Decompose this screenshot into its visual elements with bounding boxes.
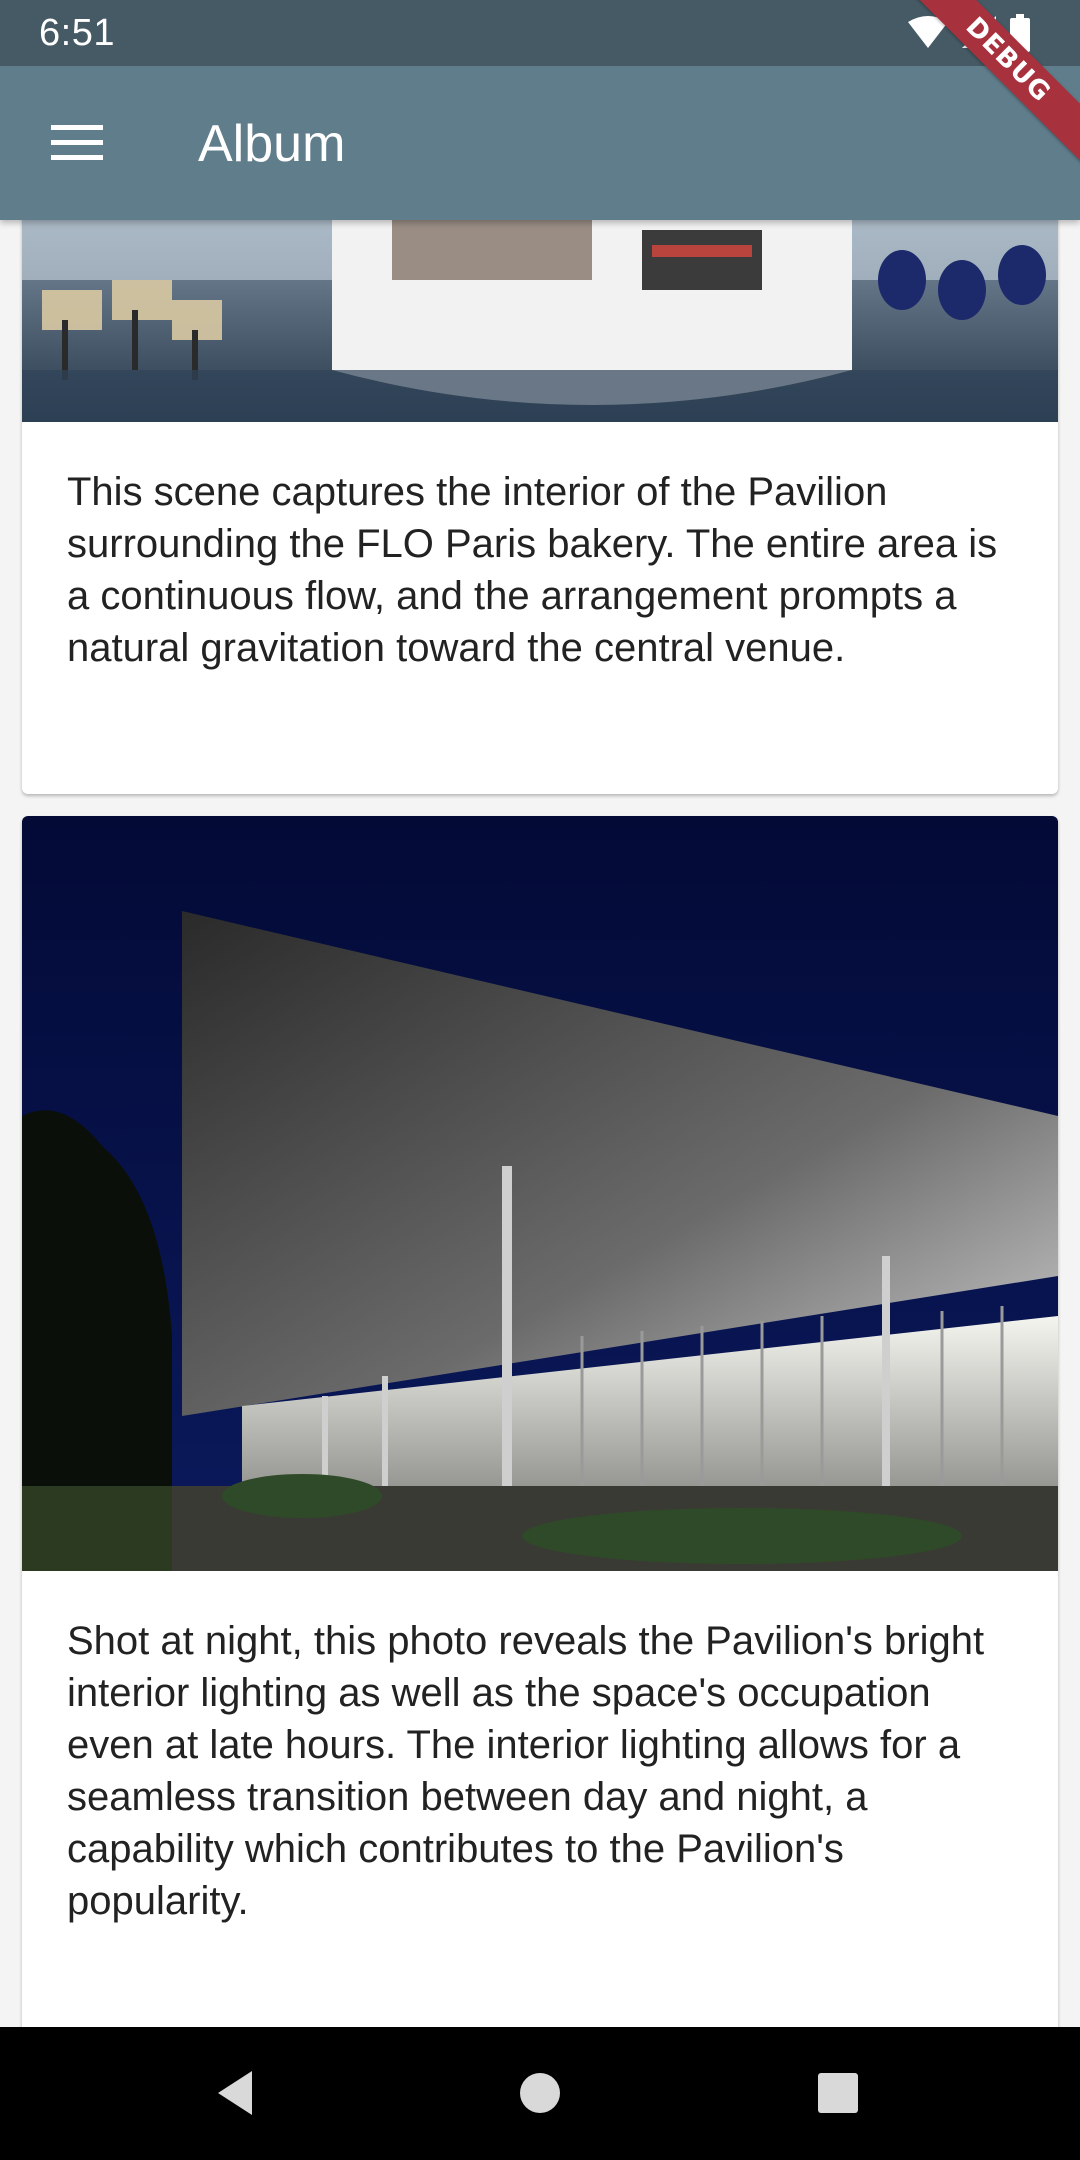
app-title: Album <box>198 115 346 173</box>
recents-button[interactable] <box>806 2061 870 2125</box>
card-description: Shot at night, this photo reveals the Pa… <box>67 1619 985 1923</box>
menu-button[interactable] <box>36 102 118 184</box>
status-bar: 6:51 <box>0 0 1080 66</box>
album-list[interactable]: This scene captures the interior of the … <box>0 220 1080 2027</box>
back-button[interactable] <box>208 2061 272 2125</box>
album-card[interactable]: This scene captures the interior of the … <box>22 220 1058 794</box>
app-bar: Album <box>0 66 1080 220</box>
navigation-bar <box>0 2027 1080 2160</box>
card-photo <box>22 220 1058 422</box>
screen: 6:51 DEBUG Album This scene captures the… <box>0 0 1080 2160</box>
card-description: This scene captures the interior of the … <box>67 470 998 670</box>
home-circle-icon <box>520 2073 560 2113</box>
home-button[interactable] <box>508 2061 572 2125</box>
back-triangle-icon <box>218 2071 252 2115</box>
status-time: 6:51 <box>39 12 115 54</box>
album-card[interactable]: Shot at night, this photo reveals the Pa… <box>22 816 1058 2027</box>
menu-icon <box>51 125 103 160</box>
card-photo <box>22 816 1058 1571</box>
recents-square-icon <box>818 2073 858 2113</box>
